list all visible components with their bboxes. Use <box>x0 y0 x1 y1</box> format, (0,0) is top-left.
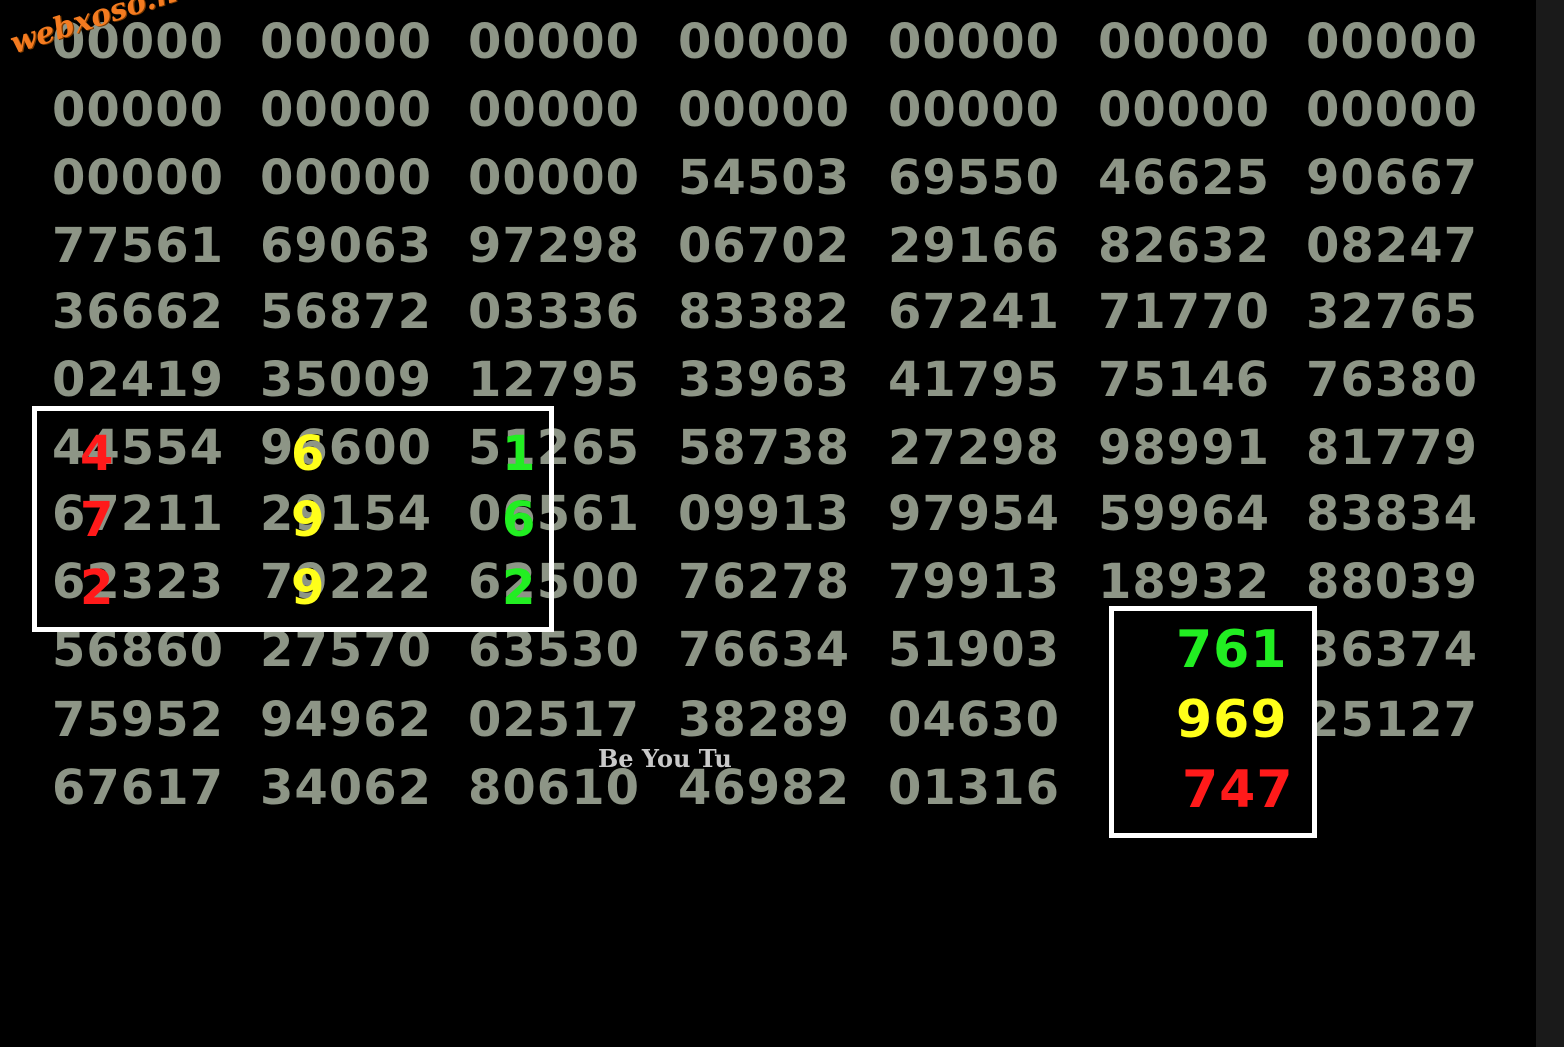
grid-number: 01316 <box>888 760 1060 816</box>
yellow-digit-2: 9 <box>291 492 325 548</box>
grid-number: 59964 <box>1098 486 1270 542</box>
grid-number: 00000 <box>260 14 432 70</box>
grid-number: 97954 <box>888 486 1060 542</box>
grid-number: 77561 <box>52 218 224 274</box>
grid-number: 54503 <box>678 150 850 206</box>
grid-number: 38289 <box>678 692 850 748</box>
grid-number: 06702 <box>678 218 850 274</box>
grid-number: 35009 <box>260 352 432 408</box>
grid-number: 88039 <box>1306 554 1478 610</box>
grid-number: 76634 <box>678 622 850 678</box>
grid-number: 75146 <box>1098 352 1270 408</box>
grid-number: 00000 <box>468 14 640 70</box>
grid-number: 51903 <box>888 622 1060 678</box>
image-canvas: 00000 00000 00000 00000 00000 00000 00000 00000… <box>0 0 1564 1047</box>
grid-number: 00000 <box>888 82 1060 138</box>
grid-number: 00000 <box>260 82 432 138</box>
grid-number: 67241 <box>888 284 1060 340</box>
grid-number: 02419 <box>52 352 224 408</box>
grid-number: 81779 <box>1306 420 1478 476</box>
green-digit-3: 2 <box>502 560 536 616</box>
grid-number: 63530 <box>468 622 640 678</box>
grid-number: 75952 <box>52 692 224 748</box>
grid-number: 36374 <box>1306 622 1478 678</box>
grid-number: 12795 <box>468 352 640 408</box>
grid-number: 00000 <box>678 14 850 70</box>
grid-number: 00000 <box>1098 14 1270 70</box>
grid-number: 58738 <box>678 420 850 476</box>
grid-number: 76380 <box>1306 352 1478 408</box>
grid-number: 03336 <box>468 284 640 340</box>
grid-number: 08247 <box>1306 218 1478 274</box>
grid-number: 83382 <box>678 284 850 340</box>
grid-number: 00000 <box>260 150 432 206</box>
grid-number: 79913 <box>888 554 1060 610</box>
grid-number: 00000 <box>52 150 224 206</box>
grid-number: 00000 <box>52 82 224 138</box>
red-digit-3: 2 <box>80 560 114 616</box>
grid-number: 00000 <box>1098 82 1270 138</box>
grid-number: 56860 <box>52 622 224 678</box>
grid-number: 34062 <box>260 760 432 816</box>
grid-number: 94962 <box>260 692 432 748</box>
grid-number: 83834 <box>1306 486 1478 542</box>
credit-text: Be You Tu <box>598 744 732 773</box>
grid-number: 76278 <box>678 554 850 610</box>
grid-number: 33963 <box>678 352 850 408</box>
yellow-digit-3: 9 <box>291 560 325 616</box>
grid-number: 09913 <box>678 486 850 542</box>
grid-number: 29166 <box>888 218 1060 274</box>
grid-number: 41795 <box>888 352 1060 408</box>
grid-number: 04630 <box>888 692 1060 748</box>
grid-number: 36662 <box>52 284 224 340</box>
grid-number: 00000 <box>678 82 850 138</box>
right-edge-bar <box>1536 0 1564 1047</box>
grid-number: 67617 <box>52 760 224 816</box>
result-line-2: 969 <box>1176 690 1288 750</box>
green-digit-1: 1 <box>502 426 536 482</box>
result-line-1: 761 <box>1176 620 1288 680</box>
grid-number: 00000 <box>888 14 1060 70</box>
grid-number: 46625 <box>1098 150 1270 206</box>
grid-number: 97298 <box>468 218 640 274</box>
grid-number: 00000 <box>468 150 640 206</box>
grid-number: 02517 <box>468 692 640 748</box>
grid-number: 32765 <box>1306 284 1478 340</box>
grid-number: 00000 <box>1306 14 1478 70</box>
grid-number: 82632 <box>1098 218 1270 274</box>
grid-number: 71770 <box>1098 284 1270 340</box>
grid-number: 00000 <box>1306 82 1478 138</box>
red-digit-2: 7 <box>80 492 114 548</box>
grid-number: 18932 <box>1098 554 1270 610</box>
grid-number: 00000 <box>468 82 640 138</box>
result-line-3: 747 <box>1182 760 1294 820</box>
grid-number: 56872 <box>260 284 432 340</box>
grid-number: 27570 <box>260 622 432 678</box>
grid-number: 25127 <box>1306 692 1478 748</box>
grid-number: 69550 <box>888 150 1060 206</box>
green-digit-2: 6 <box>502 492 536 548</box>
grid-number: 69063 <box>260 218 432 274</box>
grid-number: 98991 <box>1098 420 1270 476</box>
red-digit-1: 4 <box>80 426 114 482</box>
grid-number: 90667 <box>1306 150 1478 206</box>
yellow-digit-1: 6 <box>291 426 325 482</box>
grid-number: 27298 <box>888 420 1060 476</box>
